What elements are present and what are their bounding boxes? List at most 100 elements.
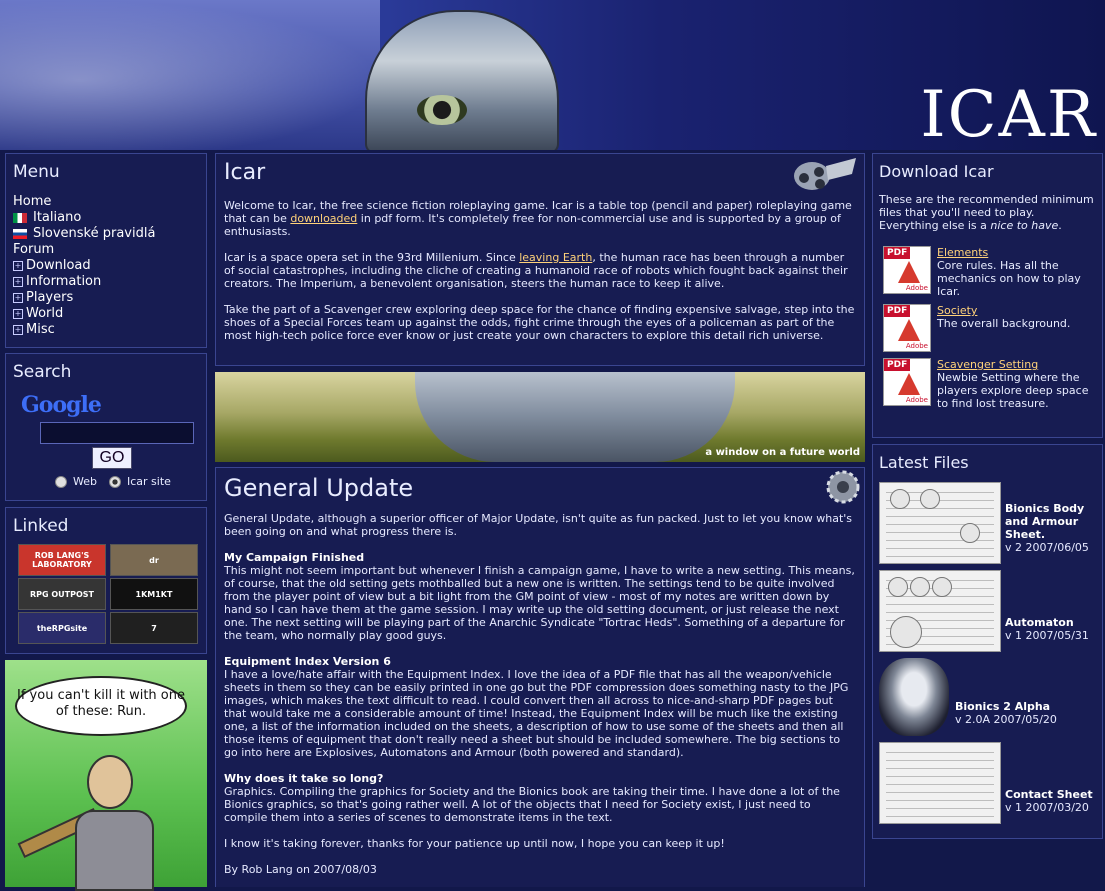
downloaded-link[interactable]: downloaded: [290, 212, 357, 225]
radio-icar-site[interactable]: [108, 475, 121, 488]
elements-link[interactable]: Elements: [937, 246, 988, 259]
update-lead: General Update, although a superior offi…: [224, 512, 853, 538]
pdf-icon[interactable]: PDF Adobe: [883, 358, 931, 406]
file-version: v 2.0A 2007/05/20: [955, 713, 1057, 726]
file-name[interactable]: Bionics 2 Alpha: [955, 700, 1057, 713]
update-section-body: I have a love/hate affair with the Equip…: [224, 668, 849, 759]
search-panel: Search Google GO Web Icar site: [5, 353, 207, 501]
file-item[interactable]: Automaton v 1 2007/05/31: [879, 570, 1096, 652]
google-logo: Google: [21, 392, 102, 418]
menu-item-world[interactable]: + World: [13, 306, 199, 322]
search-input[interactable]: [40, 422, 194, 444]
download-item-desc: The overall background.: [937, 317, 1071, 330]
latest-files-panel: Latest Files Bionics Body and Armour She…: [872, 444, 1103, 839]
file-item[interactable]: Bionics 2 Alpha v 2.0A 2007/05/20: [879, 658, 1096, 736]
flag-sk-icon: [13, 229, 27, 239]
update-section-title: Equipment Index Version 6: [224, 655, 391, 668]
menu-item-italiano[interactable]: Italiano: [13, 210, 199, 226]
intro-paragraph-3: Take the part of a Scavenger crew explor…: [224, 303, 855, 342]
update-panel: General Update General Update, although …: [215, 467, 865, 887]
radio-web[interactable]: [55, 475, 67, 488]
update-closing: I know it's taking forever, thanks for y…: [224, 837, 725, 850]
cartoon-body: [75, 810, 154, 891]
download-item: PDF Adobe Elements Core rules. Has all the…: [883, 246, 1096, 298]
update-section-body: This might not seem important but whenev…: [224, 564, 855, 642]
download-heading: Download Icar: [879, 162, 994, 181]
download-item-desc: Core rules. Has all the mechanics on how…: [937, 259, 1081, 298]
cartoon-head: [87, 755, 133, 809]
update-title: General Update: [224, 474, 414, 502]
header-art-ship: [365, 10, 559, 150]
linked-panel: Linked ROB LANG'S LABORATORY dr RPG OUTP…: [5, 507, 207, 654]
file-name[interactable]: Contact Sheet: [1005, 788, 1093, 801]
link-dr[interactable]: dr: [110, 544, 198, 576]
download-item: PDF Adobe Society The overall background.: [883, 304, 1096, 352]
update-section-body: Graphics. Compiling the graphics for Soc…: [224, 785, 840, 824]
gears-icon: [794, 158, 856, 190]
linked-heading: Linked: [13, 516, 69, 536]
download-item: PDF Adobe Scavenger Setting Newbie Setting…: [883, 358, 1096, 410]
link-seven[interactable]: 7: [110, 612, 198, 644]
header-art-eye: [417, 95, 467, 125]
intro-title: Icar: [224, 160, 266, 185]
download-intro: These are the recommended minimum files …: [879, 193, 1094, 232]
pdf-icon[interactable]: PDF Adobe: [883, 304, 931, 352]
menu-item-home[interactable]: Home: [13, 194, 199, 210]
menu-item-information[interactable]: + Information: [13, 274, 199, 290]
file-name[interactable]: Automaton: [1005, 616, 1089, 629]
menu-panel: Menu Home Italiano Slovenské pravidlá Fo…: [5, 153, 207, 348]
file-version: v 2 2007/06/05: [1005, 541, 1089, 554]
search-heading: Search: [13, 362, 72, 382]
file-version: v 1 2007/05/31: [1005, 629, 1089, 642]
update-section-title: My Campaign Finished: [224, 551, 365, 564]
society-link[interactable]: Society: [937, 304, 977, 317]
gear-icon: [826, 470, 860, 504]
menu-item-forum[interactable]: Forum: [13, 242, 199, 258]
menu-item-players[interactable]: + Players: [13, 290, 199, 306]
cartoon-panel: If you can't kill it with one of these: …: [5, 660, 207, 891]
search-scope-options: Web Icar site: [55, 475, 199, 488]
link-rpg-outpost[interactable]: RPG OUTPOST: [18, 578, 106, 610]
banner-mech-art: [415, 372, 735, 462]
leaving-earth-link[interactable]: leaving Earth: [519, 251, 592, 264]
file-thumbnail[interactable]: [879, 658, 949, 736]
link-rob-langs-laboratory[interactable]: ROB LANG'S LABORATORY: [18, 544, 106, 576]
menu-item-misc[interactable]: + Misc: [13, 322, 199, 338]
banner-caption: a window on a future world: [705, 447, 860, 458]
latest-heading: Latest Files: [879, 453, 969, 472]
go-button[interactable]: GO: [92, 447, 132, 469]
plus-icon[interactable]: +: [13, 277, 23, 287]
plus-icon[interactable]: +: [13, 293, 23, 303]
scavenger-setting-link[interactable]: Scavenger Setting: [937, 358, 1038, 371]
site-header: ICAR: [0, 0, 1105, 150]
plus-icon[interactable]: +: [13, 261, 23, 271]
update-byline: By Rob Lang on 2007/08/03: [224, 863, 377, 876]
file-thumbnail[interactable]: [879, 482, 1001, 564]
download-item-desc: Newbie Setting where the players explore…: [937, 371, 1089, 410]
intro-panel: Icar Welcome to Icar, the free science f…: [215, 153, 865, 366]
banner-image: a window on a future world: [215, 372, 865, 462]
header-art-city: [0, 0, 380, 150]
link-1km1kt[interactable]: 1KM1KT: [110, 578, 198, 610]
flag-it-icon: [13, 213, 27, 223]
link-the-rpg-site[interactable]: theRPGsite: [18, 612, 106, 644]
update-section-title: Why does it take so long?: [224, 772, 384, 785]
speech-bubble: If you can't kill it with one of these: …: [15, 676, 187, 736]
plus-icon[interactable]: +: [13, 325, 23, 335]
file-item[interactable]: Contact Sheet v 1 2007/03/20: [879, 742, 1096, 824]
linked-sites-grid: ROB LANG'S LABORATORY dr RPG OUTPOST 1KM…: [18, 544, 199, 644]
site-title[interactable]: ICAR: [920, 78, 1097, 150]
menu-item-slovak[interactable]: Slovenské pravidlá: [13, 226, 199, 242]
pdf-icon[interactable]: PDF Adobe: [883, 246, 931, 294]
intro-paragraph-1: Welcome to Icar, the free science fictio…: [224, 199, 852, 238]
update-body: General Update, although a superior offi…: [224, 512, 856, 876]
menu-item-download[interactable]: + Download: [13, 258, 199, 274]
intro-paragraph-2: Icar is a space opera set in the 93rd Mi…: [224, 251, 848, 290]
file-version: v 1 2007/03/20: [1005, 801, 1089, 814]
file-thumbnail[interactable]: [879, 742, 1001, 824]
file-thumbnail[interactable]: [879, 570, 1001, 652]
file-item[interactable]: Bionics Body and Armour Sheet. v 2 2007/0…: [879, 482, 1096, 564]
file-name[interactable]: Bionics Body and Armour Sheet.: [1005, 502, 1096, 541]
download-panel: Download Icar These are the recommended …: [872, 153, 1103, 438]
plus-icon[interactable]: +: [13, 309, 23, 319]
